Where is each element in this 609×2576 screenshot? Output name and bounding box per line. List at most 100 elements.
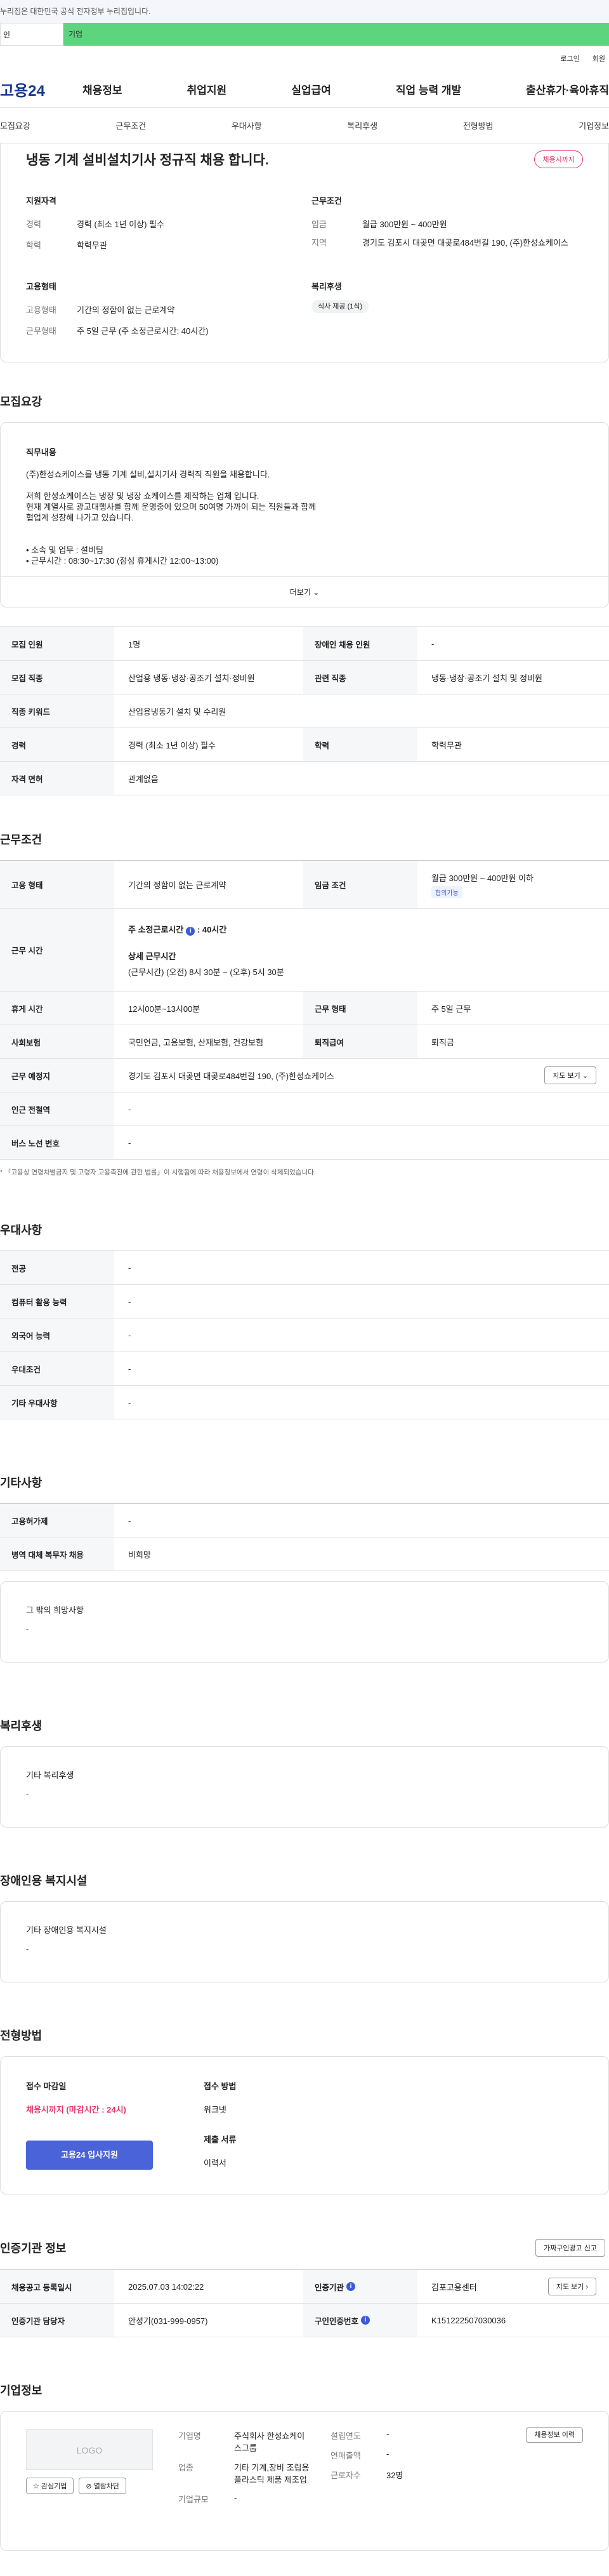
row-value: 국민연금, 고용보험, 산재보험, 건강보험 — [128, 1037, 264, 1047]
row-header: 고용 형태 — [0, 861, 114, 908]
table-row: 사회보험 국민연금, 고용보험, 산재보험, 건강보험 퇴직급여 퇴직금 — [0, 1025, 609, 1059]
row-value: - — [128, 1296, 131, 1306]
main-menu: 채용정보 취업지원 실업급여 직업 능력 개발 출산휴가·육아휴직 — [70, 81, 609, 97]
global-nav: 인 기업 — [0, 23, 609, 46]
more-button[interactable]: 더보기 ⌄ — [1, 576, 608, 607]
menu-unemployment-benefit[interactable]: 실업급여 — [291, 81, 331, 97]
company-card: LOGO ☆ 관심기업 ⊘ 열람차단 기업명 주식회사 한성쇼케이스그룹 업종 기타… — [0, 2411, 609, 2551]
disabled-box-title: 기타 장애인용 복지시설 — [26, 1925, 107, 1935]
menu-employment-support[interactable]: 취업지원 — [187, 81, 227, 97]
welfare-tag: 식사 제공 (1식) — [311, 300, 369, 313]
org-map-button[interactable]: 지도 보기 › — [547, 2278, 596, 2295]
info-icon[interactable]: i — [361, 2316, 370, 2325]
gov-notice: 누리집은 대한민국 공식 전자정부 누리집입니다. — [0, 7, 151, 16]
job-description-card: 직무내용 (주)한성쇼케이스를 냉동 기계 설비,설치기사 경력직 직원을 채용… — [0, 422, 609, 607]
row-header: 구인인증번호 i — [303, 2304, 417, 2337]
recruit-table: 모집 인원 1명 장애인 채용 인원 - 모집 직종 산업용 냉동·냉장·공조기 설치… — [0, 627, 609, 795]
job-desc-line: 협업계 성장해 나가고 있습니다. — [26, 513, 134, 522]
company-heading: 기업정보 — [0, 2384, 43, 2397]
row-value: 퇴직금 — [431, 1037, 454, 1047]
row-value: 주 5일 근무 — [431, 1004, 471, 1014]
info-icon[interactable]: i — [346, 2282, 356, 2291]
row-header: 버스 노선 번호 — [0, 1126, 114, 1159]
disabled-box: 기타 장애인용 복지시설 - — [0, 1901, 609, 1982]
section-tabs: 모집요강 근무조건 우대사항 복리후생 전형방법 기업정보 — [0, 108, 609, 143]
row-value: - — [128, 1330, 131, 1340]
row-value: - — [431, 639, 435, 649]
row-header: 고용허가제 — [0, 1504, 114, 1537]
deadline-badge: 채용시까지 — [534, 150, 583, 168]
site-logo[interactable]: 고용24 — [0, 78, 70, 100]
row-value: - — [128, 1397, 131, 1407]
row-header: 자격 면허 — [0, 762, 114, 795]
table-row: 모집 인원 1명 장애인 채용 인원 - — [0, 627, 609, 661]
row-value: 관계없음 — [128, 774, 159, 784]
menu-jobs[interactable]: 채용정보 — [82, 81, 122, 97]
favorite-company-button[interactable]: ☆ 관심기업 — [26, 2478, 74, 2494]
etc-box: 그 밖의 희망사항 - — [0, 1581, 609, 1663]
cond-heading: 근무조건 — [311, 196, 342, 206]
row-value: 산업용 냉동·냉장·공조기 설치·정비원 — [128, 673, 255, 683]
table-row: 인증기관 담당자 안성기(031-999-0957) 구인인증번호 i K15122… — [0, 2304, 609, 2337]
wage-label: 임금 — [311, 220, 327, 229]
table-row: 고용허가제 - — [0, 1504, 609, 1537]
row-value: 산업용냉동기 설치 및 수리원 — [128, 707, 226, 717]
founded-value: - — [386, 2429, 390, 2439]
job-desc-title: 직무내용 — [26, 448, 56, 457]
cert-table: 채용공고 등록일시 2025.07.03 14:02:22 인증기관 i 김포고용센… — [0, 2269, 609, 2337]
row-value: 학력무관 — [431, 740, 462, 750]
method-title: 접수 방법 — [204, 2081, 237, 2091]
join-link[interactable]: 회원 — [593, 53, 605, 63]
welfare-box-value: - — [26, 1789, 29, 1799]
menu-vocational-training[interactable]: 직업 능력 개발 — [396, 81, 461, 97]
etc-box-value: - — [26, 1624, 29, 1634]
welfare-section-heading: 복리후생 — [0, 1720, 43, 1732]
row-header: 근무 형태 — [303, 992, 417, 1025]
row-header: 기타 우대사항 — [0, 1386, 114, 1419]
apply-button[interactable]: 고용24 입사지원 — [26, 2141, 153, 2170]
tab-prefer[interactable]: 우대사항 — [232, 119, 262, 131]
favorite-label: 관심기업 — [41, 2483, 67, 2490]
gnb-personal-tab[interactable]: 인 — [0, 23, 63, 46]
row-header: 전공 — [0, 1251, 114, 1284]
tab-recruit[interactable]: 모집요강 — [0, 119, 30, 131]
company-size-label: 기업규모 — [178, 2495, 209, 2504]
wage-cell: 월급 300만원 ~ 400만원 이하 협의가능 — [417, 872, 606, 898]
table-row: 휴게 시간 12시00분~13시00분 근무 형태 주 5일 근무 — [0, 992, 609, 1025]
career-label: 경력 — [26, 220, 41, 229]
tab-welfare[interactable]: 복리후생 — [347, 119, 377, 131]
row-value: - — [128, 1364, 131, 1374]
row-value: 2025.07.03 14:02:22 — [128, 2281, 204, 2292]
table-row: 전공 - — [0, 1251, 609, 1285]
site-header: 고용24 채용정보 취업지원 실업급여 직업 능력 개발 출산휴가·육아휴직 — [0, 71, 609, 108]
table-row: 인근 전철역 - — [0, 1092, 609, 1126]
gnb-company-tab[interactable]: 기업 — [63, 23, 609, 46]
report-fake-ad-button[interactable]: 가짜구인광고 신고 — [535, 2239, 605, 2257]
edu-label: 학력 — [26, 241, 41, 250]
row-value: 경기도 김포시 대곶면 대곶로484번길 190, (주)한성쇼케이스 — [128, 1071, 334, 1081]
emptype-label: 고용형태 — [26, 305, 56, 315]
tab-work[interactable]: 근무조건 — [115, 119, 146, 131]
table-row: 경력 경력 (최소 1년 이상) 필수 학력 학력무관 — [0, 728, 609, 762]
career-value: 경력 (최소 1년 이상) 필수 — [77, 220, 164, 229]
row-value: 기간의 정함이 없는 근로계약 — [128, 880, 226, 890]
row-header: 근무 시간 — [0, 909, 114, 991]
tab-company[interactable]: 기업정보 — [579, 119, 609, 131]
cert-no-label: 구인인증번호 — [315, 2316, 359, 2326]
process-card: 접수 마감일 채용시까지 (마감시간 : 24시) 고용24 입사지원 접수 방… — [0, 2056, 609, 2194]
welfare-heading: 복리후생 — [311, 282, 342, 291]
info-icon[interactable]: i — [186, 926, 195, 936]
work-table: 고용 형태 기간의 정함이 없는 근로계약 임금 조건 월급 300만원 ~ 40… — [0, 860, 609, 1160]
block-view-button[interactable]: ⊘ 열람차단 — [79, 2478, 127, 2494]
etc-heading: 기타사항 — [0, 1477, 43, 1489]
menu-parental-leave[interactable]: 출산휴가·육아휴직 — [526, 81, 609, 97]
job-desc-line: 저희 한성쇼케이스는 냉장 및 냉장 쇼케이스를 제작하는 업체 입니다. — [26, 491, 259, 501]
map-toggle-button[interactable]: 지도 보기 ⌄ — [544, 1066, 596, 1084]
login-link[interactable]: 로그인 — [560, 53, 579, 63]
company-name-label: 기업명 — [178, 2431, 201, 2441]
table-row: 채용공고 등록일시 2025.07.03 14:02:22 인증기관 i 김포고용센… — [0, 2270, 609, 2304]
job-history-button[interactable]: 채용정보 이력 — [526, 2427, 583, 2443]
table-row: 우대조건 - — [0, 1352, 609, 1386]
row-header: 모집 인원 — [0, 627, 114, 660]
tab-process[interactable]: 전형방법 — [463, 119, 494, 131]
